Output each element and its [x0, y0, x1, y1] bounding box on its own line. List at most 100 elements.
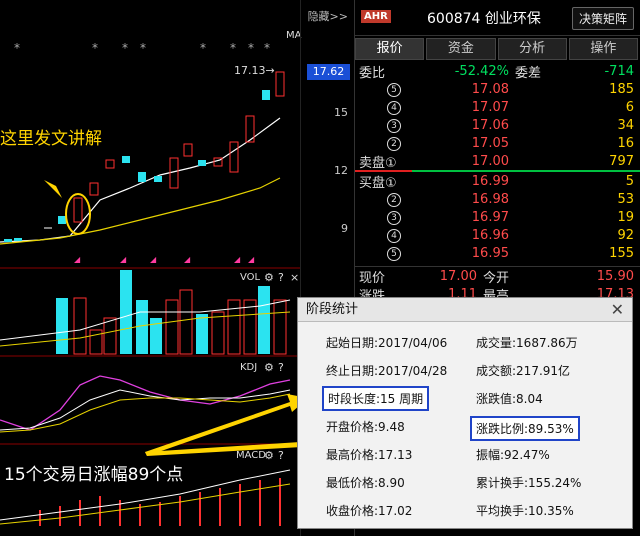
ask-volume: 6: [625, 99, 634, 115]
tab-funds[interactable]: 资金: [426, 38, 496, 60]
macd-label: MACD: [236, 450, 266, 461]
low-price: 最低价格:8.90: [326, 476, 405, 490]
svg-text:◢: ◢: [74, 255, 81, 264]
open-price: 开盘价格:9.48: [326, 420, 405, 434]
help-icon[interactable]: ?: [278, 361, 284, 374]
ratio-value: -52.42%: [454, 63, 509, 79]
amount: 成交额:217.91亿: [476, 364, 571, 378]
stock-title: 600874 创业环保: [427, 11, 541, 27]
bid-price: 16.96: [471, 227, 509, 243]
svg-text:*: *: [200, 41, 206, 55]
ask-levels: 5 17.08 185 4 17.07 6 3 17.06 34 2 17.05 16: [355, 80, 640, 152]
now-value: 17.00: [439, 268, 477, 284]
dialog-title: 阶段统计: [306, 302, 359, 317]
svg-text:*: *: [92, 41, 98, 55]
quote-tabs: 报价 资金 分析 操作: [355, 38, 640, 60]
svg-text:◢: ◢: [184, 255, 191, 264]
svg-text:*: *: [122, 41, 128, 55]
period-length: 时段长度:15 周期: [322, 386, 430, 411]
high-price: 最高价格:17.13: [326, 448, 413, 462]
svg-text:◢: ◢: [234, 255, 241, 264]
bid-volume: 155: [609, 245, 634, 261]
close-icon[interactable]: ✕: [611, 298, 624, 322]
ask-row: 5 17.08 185: [355, 80, 640, 98]
bid-row: 4 16.96 92: [355, 226, 640, 244]
annotation-explain: 这里发文讲解: [0, 129, 102, 149]
bid-volume: 19: [617, 209, 634, 225]
ask1-label: 卖盘①: [359, 155, 397, 171]
bid-row: 2 16.98 53: [355, 190, 640, 208]
ask-level: 2: [387, 137, 401, 151]
tab-quote[interactable]: 报价: [355, 38, 425, 60]
ask-row: 3 17.06 34: [355, 116, 640, 134]
bid-volume: 53: [617, 191, 634, 207]
bid1-row: 买盘① 16.99 5: [355, 172, 640, 191]
now-label: 现价: [359, 270, 386, 286]
svg-text:◢: ◢: [120, 255, 127, 264]
svg-text:*: *: [264, 41, 270, 55]
gear-icon[interactable]: ⚙: [264, 271, 274, 284]
ask-level: 4: [387, 101, 401, 115]
open-value: 15.90: [596, 268, 634, 284]
svg-text:*: *: [230, 41, 236, 55]
average-turnover: 平均换手:10.35%: [476, 504, 574, 518]
decision-matrix-button[interactable]: 决策矩阵: [571, 7, 634, 30]
kdj-label: KDJ: [240, 362, 258, 373]
gear-icon[interactable]: ⚙: [264, 449, 274, 462]
now-row: 现价 17.00 今开 15.90: [355, 267, 640, 286]
quote-header: AHR 600874 创业环保 决策矩阵: [355, 0, 640, 36]
change-value: 涨跌值:8.04: [476, 392, 543, 406]
ask-row: 2 17.05 16: [355, 134, 640, 152]
ask-row: 4 17.07 6: [355, 98, 640, 116]
ask1-row: 卖盘① 17.00 797: [355, 152, 640, 171]
ratio-row: 委比 -52.42% 委差 -714: [355, 62, 640, 81]
bid-levels: 2 16.98 53 3 16.97 19 4 16.96 92 5 16.95 155: [355, 190, 640, 262]
svg-text:*: *: [248, 41, 254, 55]
ask-level: 5: [387, 83, 401, 97]
y-tick: 12: [334, 164, 348, 177]
gear-icon[interactable]: ⚙: [264, 361, 274, 374]
bid-price: 16.95: [471, 245, 509, 261]
ask-volume: 185: [609, 81, 634, 97]
cumulative-turnover: 累计换手:155.24%: [476, 476, 582, 490]
diff-label: 委差: [515, 65, 542, 81]
tab-operate[interactable]: 操作: [568, 38, 638, 60]
change-ratio: 涨跌比例:89.53%: [470, 416, 580, 441]
svg-text:◢: ◢: [248, 255, 255, 264]
current-price-box: 17.62: [307, 64, 350, 80]
high-price-tag: 17.13→: [234, 64, 275, 77]
ratio-label: 委比: [359, 65, 386, 81]
ask-price: 17.08: [471, 81, 509, 97]
bid-row: 5 16.95 155: [355, 244, 640, 262]
start-date: 起始日期:2017/04/06: [326, 336, 448, 350]
diff-value: -714: [604, 63, 634, 79]
vol-label: VOL: [240, 272, 261, 283]
bid-level: 3: [387, 211, 401, 225]
bid-level: 5: [387, 247, 401, 261]
bid-volume: 92: [617, 227, 634, 243]
end-date: 终止日期:2017/04/28: [326, 364, 448, 378]
y-tick: 9: [341, 222, 348, 235]
ask1-price: 17.00: [471, 153, 509, 169]
tab-analysis[interactable]: 分析: [497, 38, 567, 60]
bid1-label: 买盘①: [359, 175, 397, 191]
dialog-title-bar: 阶段统计 ✕: [298, 298, 632, 322]
period-stats-dialog: 阶段统计 ✕ 起始日期:2017/04/06 终止日期:2017/04/28 时…: [297, 297, 633, 529]
svg-text:*: *: [14, 41, 20, 55]
bid-price: 16.98: [471, 191, 509, 207]
bid-level: 4: [387, 229, 401, 243]
y-tick: 15: [334, 106, 348, 119]
bid-level: 2: [387, 193, 401, 207]
ask-price: 17.07: [471, 99, 509, 115]
ask-volume: 16: [617, 135, 634, 151]
ask1-volume: 797: [609, 153, 634, 169]
dialog-body: 起始日期:2017/04/06 终止日期:2017/04/28 时段长度:15 …: [298, 322, 632, 530]
ask-level: 3: [387, 119, 401, 133]
ahr-badge: AHR: [361, 10, 391, 23]
svg-text:◢: ◢: [150, 255, 157, 264]
close-icon[interactable]: ×: [290, 271, 299, 284]
help-icon[interactable]: ?: [278, 449, 284, 462]
annotation-gain: 15个交易日涨幅89个点: [4, 465, 184, 485]
help-icon[interactable]: ?: [278, 271, 284, 284]
close-price: 收盘价格:17.02: [326, 504, 413, 518]
